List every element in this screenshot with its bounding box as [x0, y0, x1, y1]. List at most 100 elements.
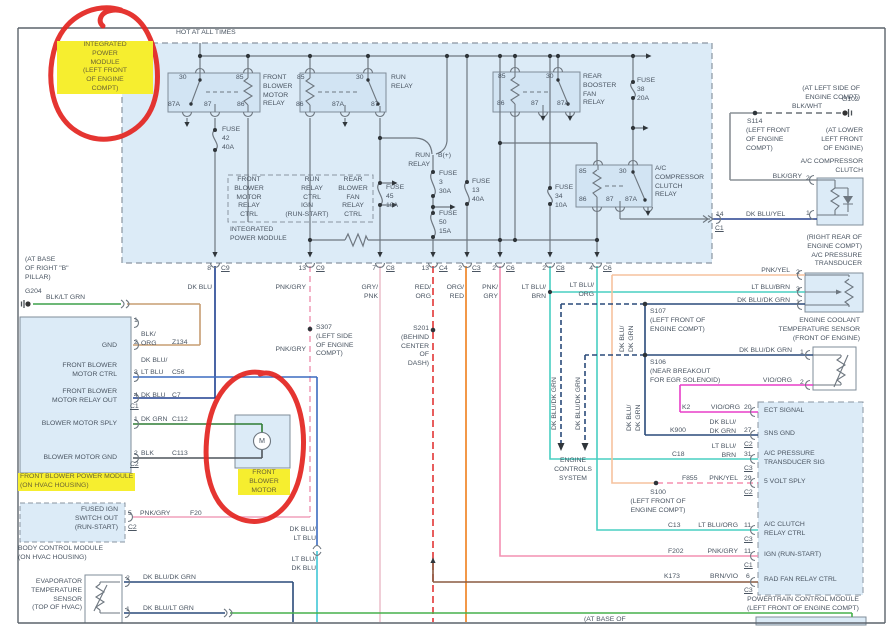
- label-149: LT BLU: [141, 369, 164, 376]
- label-20: 87: [531, 100, 539, 107]
- label-79: 3: [796, 286, 800, 293]
- label-133: RAD FAN RELAY CTRL: [764, 576, 837, 583]
- label-44: 7: [372, 265, 376, 272]
- s107: S107 (LEFT FRONT OF ENGINE COMPT): [650, 308, 706, 333]
- label-154: C1: [130, 403, 139, 410]
- label-100: K2: [682, 404, 691, 411]
- label-65: PNK/GRY: [275, 346, 306, 353]
- label-113: 29: [744, 475, 752, 482]
- label-11: 86: [237, 101, 245, 108]
- ac-clutch-title: A/C COMPRESSOR CLUTCH: [800, 158, 863, 174]
- label-151: 4: [134, 392, 138, 399]
- motor-callout: FRONT BLOWER MOTOR: [238, 469, 290, 496]
- label-129: A/C PRESSURE TRANSDUCER SIG: [764, 450, 825, 466]
- label-140: FRONT BLOWER MOTOR RELAY OUT: [52, 388, 117, 404]
- label-143: 1: [134, 317, 138, 324]
- bcm-pin-label: FUSED IGN SWITCH OUT (RUN-START): [74, 506, 118, 531]
- hot-at-all-times: HOT AT ALL TIMES: [176, 29, 236, 36]
- label-130: 5 VOLT SPLY: [764, 478, 806, 485]
- label-80: DK BLU/DK GRN: [737, 297, 790, 304]
- label-92: (AT LOWER LEFT FRONT OF ENGINE): [821, 127, 863, 152]
- transducer-title: (RIGHT REAR OF ENGINE COMPT) A/C PRESSUR…: [806, 234, 862, 268]
- pcm-title: POWERTRAIN CONTROL MODULE (LEFT FRONT OF…: [747, 596, 859, 612]
- label-147: DK BLU/: [141, 357, 168, 364]
- label-17: 85: [498, 73, 506, 80]
- label-58: GRY/ PNK: [361, 284, 379, 300]
- label-127: ECT SIGNAL: [764, 407, 805, 414]
- label-138: GND: [101, 342, 117, 349]
- fuse-50: FUSE 50 15A: [439, 210, 458, 235]
- label-7: 30: [179, 74, 187, 81]
- label-99: 1: [806, 210, 810, 217]
- g204-callout: (AT BASE OF RIGHT "B" PILLAR): [25, 256, 69, 281]
- label-9: 87A: [168, 101, 181, 108]
- label-15: 87A: [332, 101, 345, 108]
- label-18: 30: [546, 73, 554, 80]
- bcm-title: BODY CONTROL MODULE (ON HVAC HOUSING): [18, 545, 103, 561]
- label-36: IGN (RUN-START): [285, 202, 329, 218]
- motor-m: M: [259, 436, 265, 445]
- label-35: RUN RELAY CTRL: [301, 176, 323, 201]
- label-161: C2: [130, 461, 139, 468]
- g204-ground-icon: [20, 300, 25, 308]
- label-10: 87: [204, 101, 212, 108]
- label-60: ORG/ RED: [446, 284, 464, 300]
- label-12: 85: [297, 74, 305, 81]
- label-39: B(+): [438, 152, 452, 159]
- label-150: C56: [172, 369, 185, 376]
- ect-title: ENGINE COOLANT TEMPERATURE SENSOR (FRONT…: [778, 317, 860, 342]
- run-relay-label: RUN RELAY: [391, 74, 413, 90]
- label-25: 87: [606, 196, 614, 203]
- label-84: 1: [800, 349, 804, 356]
- label-37: REAR BLOWER FAN RELAY CTRL: [338, 176, 368, 219]
- label-176: 1: [126, 606, 130, 613]
- bottom-cut-module-box: [755, 616, 867, 626]
- label-114: C2: [744, 489, 753, 496]
- label-102: 20: [744, 404, 752, 411]
- label-43: C9: [316, 265, 325, 272]
- label-172: LT BLU/ DK BLU: [291, 556, 316, 572]
- label-109: 31: [744, 451, 752, 458]
- label-118: C3: [744, 536, 753, 543]
- label-34: FRONT BLOWER MOTOR RELAY CTRL: [234, 176, 264, 219]
- label-98: DK BLU/YEL: [746, 211, 786, 218]
- label-103: K900: [670, 427, 686, 434]
- label-40: 8: [207, 265, 211, 272]
- label-121: 11: [744, 548, 752, 555]
- ipm-callout: INTEGRATED POWER MODULE (LEFT FRONT OF E…: [57, 41, 153, 94]
- label-111: F855: [682, 475, 698, 482]
- label-126: C3: [744, 587, 753, 594]
- label-169: C2: [128, 524, 137, 531]
- s106: S106 (NEAR BREAKOUT FOR EGR SOLENOID): [650, 359, 721, 384]
- label-14: 86: [296, 101, 304, 108]
- label-53: C8: [556, 265, 565, 272]
- label-145: 2: [134, 339, 138, 346]
- label-16: 87: [371, 101, 379, 108]
- label-96: 14: [716, 211, 724, 218]
- label-70: DK BLU/ DK GRN: [619, 325, 635, 352]
- label-124: BRN/VIO: [710, 573, 738, 580]
- label-136: G204: [25, 288, 42, 295]
- label-38: RUN RELAY: [408, 152, 430, 168]
- fuse-3: FUSE 3 30A: [439, 170, 458, 195]
- label-115: C13: [668, 522, 681, 529]
- label-78: LT BLU/BRN: [751, 284, 790, 291]
- label-62: LT BLU/ BRN: [521, 284, 546, 300]
- label-141: BLOWER MOTOR SPLY: [41, 420, 117, 427]
- label-122: C1: [744, 562, 753, 569]
- label-23: 30: [619, 168, 627, 175]
- label-21: 87A: [557, 100, 570, 107]
- s100: S100 (LEFT FRONT OF ENGINE COMPT): [630, 489, 686, 514]
- label-63: LT BLU/ ORG: [569, 282, 594, 298]
- label-13: 30: [356, 74, 364, 81]
- label-175: DK BLU/DK GRN: [143, 574, 196, 581]
- label-89: G102: [842, 96, 859, 103]
- fbpm-callout: FRONT BLOWER POWER MODULE (ON HVAC HOUSI…: [18, 473, 136, 491]
- ac-relay-label: A/C COMPRESSOR CLUTCH RELAY: [655, 165, 705, 199]
- label-85: VIO/ORG: [762, 377, 792, 384]
- label-110: C3: [744, 465, 753, 472]
- label-54: 4: [589, 265, 593, 272]
- label-105: 27: [744, 427, 752, 434]
- rear-booster-relay-label: REAR BOOSTER FAN RELAY: [583, 73, 617, 107]
- fuse-34: FUSE 34 10A: [555, 184, 574, 209]
